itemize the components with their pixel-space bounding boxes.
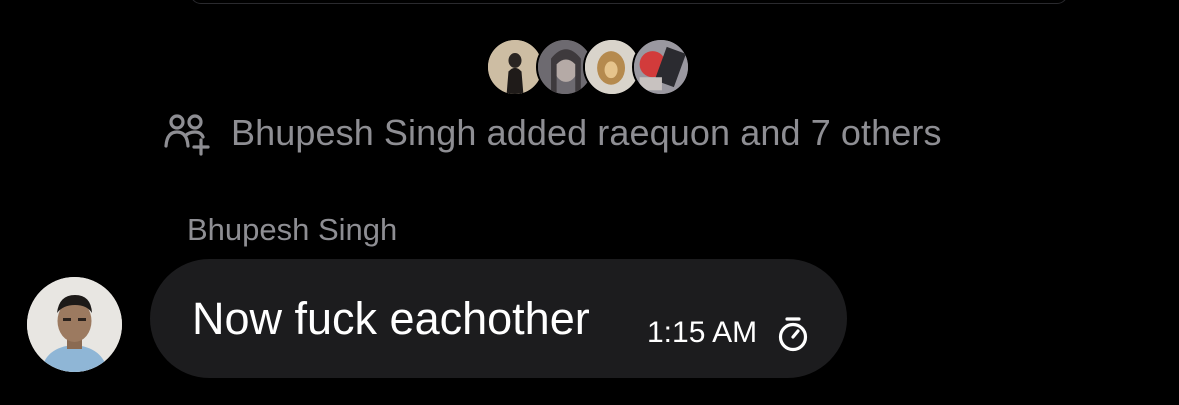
sender-avatar[interactable] <box>27 277 122 372</box>
top-input-bar-edge <box>190 0 1068 4</box>
group-avatar-stack[interactable] <box>486 38 696 98</box>
member-avatar-4 <box>632 38 690 96</box>
system-message: Bhupesh Singh added raequon and 7 others <box>163 110 942 156</box>
message-bubble[interactable]: Now fuck eachother 1:15 AM <box>150 259 847 378</box>
system-message-text: Bhupesh Singh added raequon and 7 others <box>231 112 942 153</box>
sender-name: Bhupesh Singh <box>187 212 398 247</box>
message-text: Now fuck eachother <box>192 293 590 344</box>
message-timestamp: 1:15 AM <box>647 316 758 349</box>
add-people-icon <box>163 110 211 156</box>
disappearing-timer-icon <box>776 316 810 352</box>
